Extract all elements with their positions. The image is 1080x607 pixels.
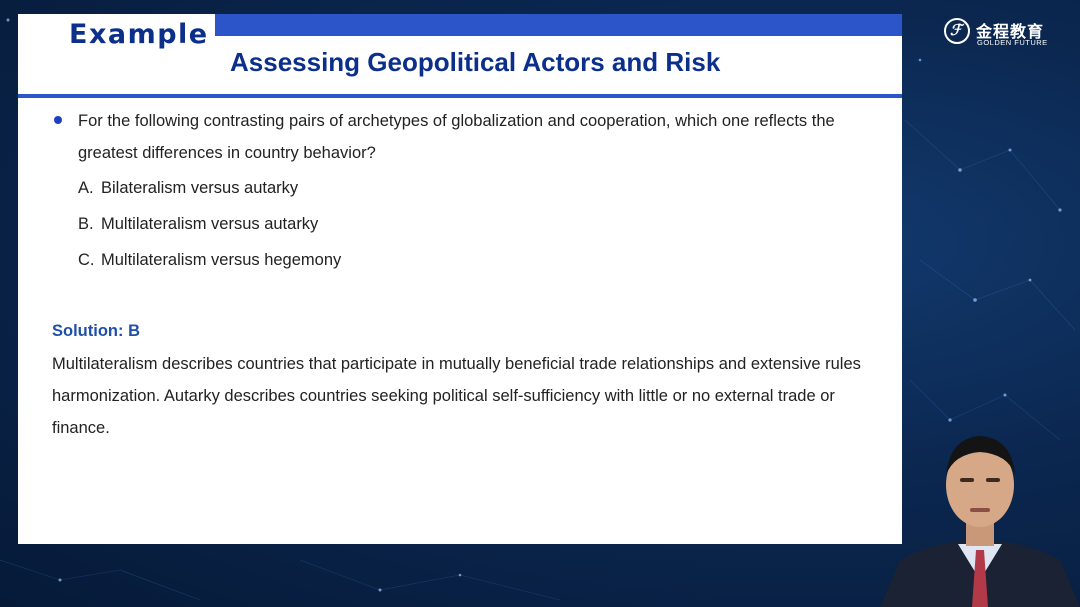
question-line-2: greatest differences in country behavior… [78, 144, 376, 162]
option-c-letter: C. [78, 251, 95, 269]
option-a: A. Bilateralism versus autarky [78, 179, 298, 198]
solution-line-2: harmonization. Autarky describes countri… [52, 387, 835, 405]
slide-header-bar [215, 14, 902, 36]
solution-line-1: Multilateralism describes countries that… [52, 355, 861, 373]
bullet-icon [54, 116, 62, 124]
option-c: C. Multilateralism versus hegemony [78, 251, 341, 270]
question-line-1: For the following contrasting pairs of a… [78, 112, 835, 130]
logo-glyph: ℱ [950, 21, 962, 39]
golden-future-logo: ℱ 金程教育 GOLDEN FUTURE [944, 18, 1054, 50]
solution-line-3: finance. [52, 419, 110, 437]
slide-header-divider [18, 94, 902, 98]
presenter-video [880, 436, 1080, 607]
option-a-letter: A. [78, 179, 94, 197]
option-b-text: Multilateralism versus autarky [101, 215, 319, 233]
slide-title: Assessing Geopolitical Actors and Risk [230, 47, 721, 77]
option-b: B. Multilateralism versus autarky [78, 215, 318, 234]
example-tab-label: Example [69, 19, 209, 50]
option-a-text: Bilateralism versus autarky [101, 179, 299, 197]
option-c-text: Multilateralism versus hegemony [101, 251, 342, 269]
option-b-letter: B. [78, 215, 94, 233]
solution-label: Solution: B [52, 322, 140, 340]
logo-english-text: GOLDEN FUTURE [977, 38, 1048, 47]
